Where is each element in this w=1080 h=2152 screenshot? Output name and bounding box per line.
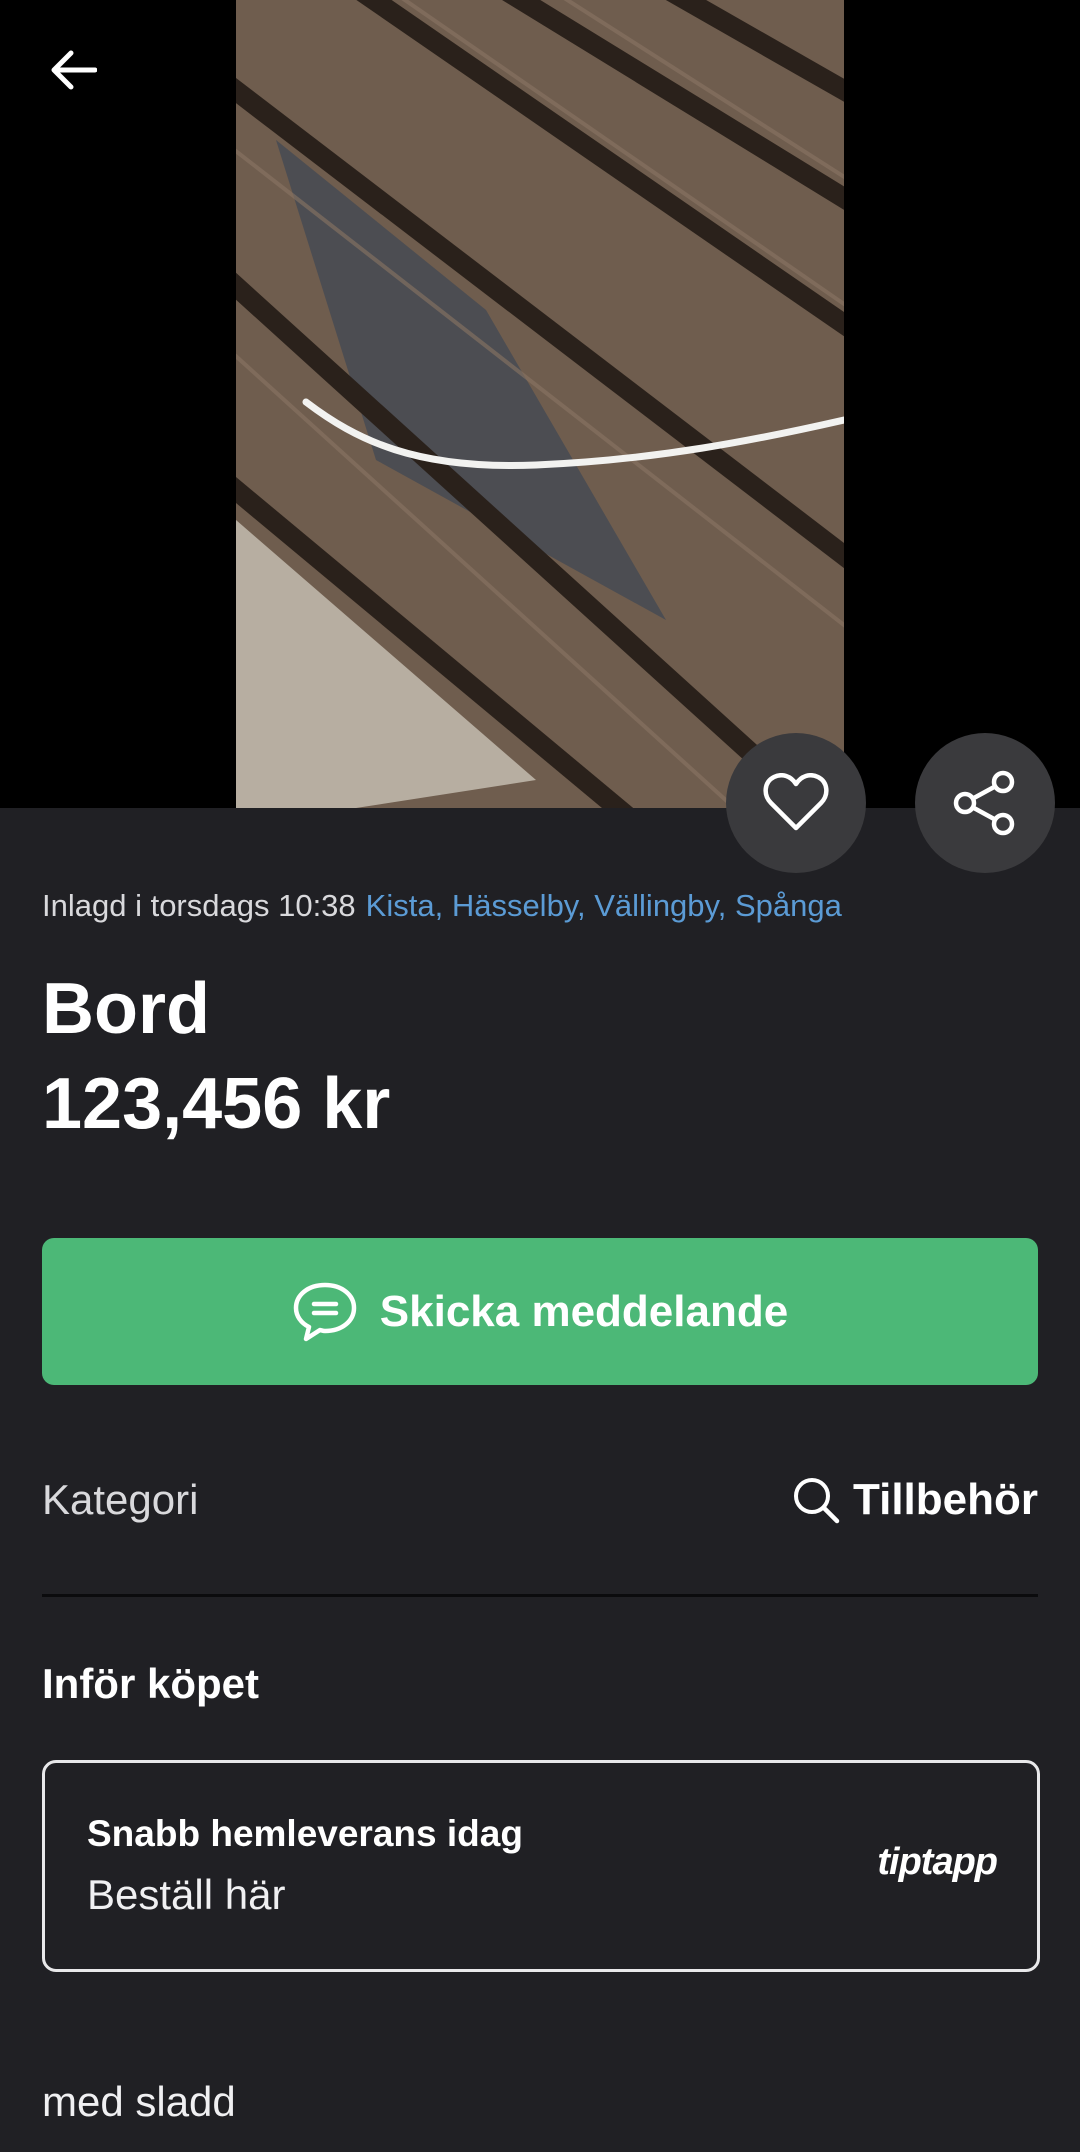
- listing-title: Bord: [42, 969, 210, 1049]
- divider: [42, 1594, 1038, 1597]
- listing-price: 123,456 kr: [42, 1064, 391, 1144]
- chat-bubble-icon: [293, 1282, 357, 1341]
- category-value: Tillbehör: [853, 1475, 1038, 1524]
- category-label: Kategori: [42, 1476, 199, 1523]
- location-link[interactable]: Kista, Hässelby, Vällingby, Spånga: [366, 888, 842, 923]
- heart-icon: [763, 773, 829, 831]
- posted-time: Inlagd i torsdags 10:38: [42, 888, 356, 923]
- listing-photo[interactable]: [236, 0, 844, 808]
- send-message-button[interactable]: Skicka meddelande: [42, 1238, 1038, 1385]
- tiptapp-logo: tiptapp: [877, 1841, 998, 1883]
- image-viewer[interactable]: [0, 0, 1080, 808]
- share-button[interactable]: [915, 733, 1055, 873]
- send-message-label: Skicka meddelande: [379, 1286, 789, 1336]
- delivery-card[interactable]: Snabb hemleverans idag Beställ här tipta…: [42, 1760, 1040, 1972]
- category-row: Kategori Tillbehör: [42, 1460, 1038, 1540]
- category-link[interactable]: Tillbehör: [791, 1475, 1038, 1525]
- share-icon: [953, 770, 1015, 836]
- delivery-card-subtitle: Beställ här: [87, 1871, 286, 1918]
- arrow-left-icon: [51, 50, 97, 90]
- favorite-button[interactable]: [726, 733, 866, 873]
- listing-meta: Inlagd i torsdags 10:38 Kista, Hässelby, …: [42, 888, 842, 924]
- listing-description: med sladd: [42, 2078, 236, 2125]
- search-icon: [794, 1478, 840, 1524]
- delivery-card-title: Snabb hemleverans idag: [87, 1813, 523, 1854]
- section-heading: Inför köpet: [42, 1660, 259, 1707]
- back-button[interactable]: [40, 36, 108, 104]
